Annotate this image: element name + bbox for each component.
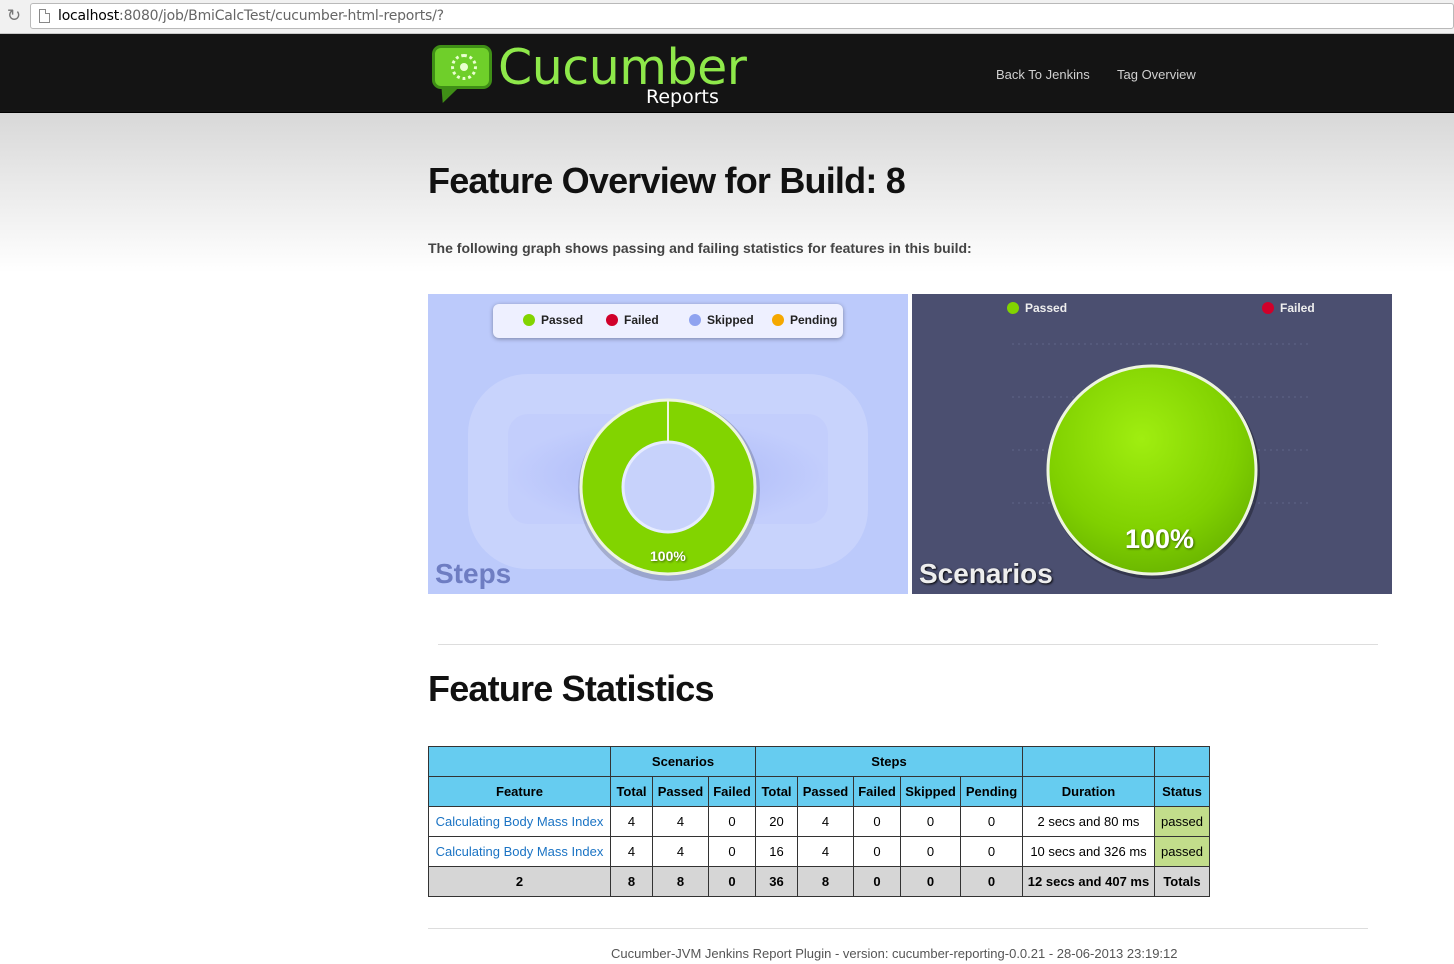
url-text: localhost:8080/job/BmiCalcTest/cucumber-…	[58, 8, 444, 24]
logo-bubble-icon	[432, 45, 492, 89]
legend-dot-passed	[523, 314, 535, 326]
steps-data-label: 100%	[650, 548, 686, 564]
totals-duration: 12 secs and 407 ms	[1022, 866, 1155, 897]
status-badge: passed	[1154, 806, 1210, 837]
steps-legend: Passed Failed Skipped Pending	[493, 304, 843, 338]
totals-label: Totals	[1154, 866, 1210, 897]
legend-item-passed: Passed	[523, 313, 583, 327]
steps-chart-title: Steps	[435, 558, 512, 589]
scenarios-legend-failed: Failed	[1262, 301, 1315, 315]
table-column-header-row: Feature Total Passed Failed Total Passed…	[428, 776, 1210, 807]
group-header-empty	[428, 746, 611, 777]
cell-steps-skipped: 0	[900, 836, 961, 867]
reload-icon[interactable]: ↻	[4, 6, 24, 26]
cell-scenarios-failed: 0	[708, 806, 756, 837]
scenarios-data-label: 100%	[1125, 524, 1195, 554]
cell-scenarios-passed: 4	[652, 836, 709, 867]
legend-dot-failed	[606, 314, 618, 326]
column-header-status: Status	[1154, 776, 1210, 807]
tag-overview-link[interactable]: Tag Overview	[1117, 67, 1196, 82]
back-to-jenkins-link[interactable]: Back To Jenkins	[996, 67, 1090, 82]
totals-steps-skipped: 0	[900, 866, 961, 897]
totals-scenarios-failed: 0	[708, 866, 756, 897]
scen-legend-dot-passed	[1007, 302, 1019, 314]
totals-steps-total: 36	[755, 866, 798, 897]
cell-scenarios-failed: 0	[708, 836, 756, 867]
feature-statistics-table: Scenarios Steps Feature Total Passed Fai…	[428, 746, 1210, 897]
totals-feature-count: 2	[428, 866, 611, 897]
column-header-scenarios-total: Total	[610, 776, 653, 807]
totals-scenarios-total: 8	[610, 866, 653, 897]
browser-address-bar: ↻ localhost:8080/job/BmiCalcTest/cucumbe…	[0, 0, 1454, 34]
totals-scenarios-passed: 8	[652, 866, 709, 897]
feature-link[interactable]: Calculating Body Mass Index	[428, 836, 611, 867]
feature-statistics-title: Feature Statistics	[428, 668, 715, 709]
legend-item-skipped: Skipped	[689, 313, 754, 327]
column-header-duration: Duration	[1022, 776, 1155, 807]
cell-steps-passed: 4	[797, 836, 854, 867]
url-field[interactable]: localhost:8080/job/BmiCalcTest/cucumber-…	[30, 3, 1454, 29]
scen-legend-dot-failed	[1262, 302, 1274, 314]
steps-donut-hole	[621, 440, 715, 534]
totals-steps-passed: 8	[797, 866, 854, 897]
scenarios-chart-title: Scenarios	[919, 558, 1053, 589]
column-header-scenarios-passed: Passed	[652, 776, 709, 807]
page-icon	[39, 9, 50, 23]
cell-steps-passed: 4	[797, 806, 854, 837]
footer-divider	[428, 928, 1368, 929]
column-header-scenarios-failed: Failed	[708, 776, 756, 807]
feature-link[interactable]: Calculating Body Mass Index	[428, 806, 611, 837]
cell-steps-total: 16	[755, 836, 798, 867]
totals-steps-pending: 0	[960, 866, 1023, 897]
column-header-steps-skipped: Skipped	[900, 776, 961, 807]
intro-text: The following graph shows passing and fa…	[428, 240, 972, 256]
group-header-empty	[1022, 746, 1155, 777]
group-header-scenarios: Scenarios	[610, 746, 756, 777]
cucumber-flower-icon	[451, 54, 477, 80]
cell-duration: 10 secs and 326 ms	[1022, 836, 1155, 867]
legend-item-failed: Failed	[606, 313, 659, 327]
page-title: Feature Overview for Build: 8	[428, 160, 906, 201]
cell-duration: 2 secs and 80 ms	[1022, 806, 1155, 837]
cell-steps-skipped: 0	[900, 806, 961, 837]
totals-steps-failed: 0	[853, 866, 901, 897]
table-row: Calculating Body Mass Index 4 4 0 20 4 0…	[428, 806, 1210, 837]
section-divider	[438, 644, 1378, 645]
steps-chart: Passed Failed Skipped Pending 100% Steps	[428, 294, 908, 594]
legend-item-pending: Pending	[772, 313, 837, 327]
cell-scenarios-total: 4	[610, 806, 653, 837]
status-badge: passed	[1154, 836, 1210, 867]
column-header-feature: Feature	[428, 776, 611, 807]
group-header-empty	[1154, 746, 1210, 777]
cell-scenarios-passed: 4	[652, 806, 709, 837]
group-header-steps: Steps	[755, 746, 1023, 777]
footer-text: Cucumber-JVM Jenkins Report Plugin - ver…	[611, 946, 1178, 961]
cell-steps-pending: 0	[960, 836, 1023, 867]
table-totals-row: 2 8 8 0 36 8 0 0 0 12 secs and 407 ms To…	[428, 866, 1210, 897]
legend-dot-pending	[772, 314, 784, 326]
scenarios-legend-passed: Passed	[1007, 301, 1067, 315]
cell-scenarios-total: 4	[610, 836, 653, 867]
top-navbar: Cucumber Reports Back To Jenkins Tag Ove…	[0, 34, 1454, 113]
legend-dot-skipped	[689, 314, 701, 326]
cell-steps-total: 20	[755, 806, 798, 837]
cell-steps-pending: 0	[960, 806, 1023, 837]
column-header-steps-total: Total	[755, 776, 798, 807]
table-group-header-row: Scenarios Steps	[428, 746, 1210, 777]
cell-steps-failed: 0	[853, 806, 901, 837]
column-header-steps-pending: Pending	[960, 776, 1023, 807]
logo-subtitle: Reports	[646, 86, 719, 108]
cucumber-logo[interactable]: Cucumber Reports	[430, 39, 747, 108]
column-header-steps-passed: Passed	[797, 776, 854, 807]
table-row: Calculating Body Mass Index 4 4 0 16 4 0…	[428, 836, 1210, 867]
column-header-steps-failed: Failed	[853, 776, 901, 807]
scenarios-chart: Passed Failed 100% Scenarios	[912, 294, 1392, 594]
cell-steps-failed: 0	[853, 836, 901, 867]
